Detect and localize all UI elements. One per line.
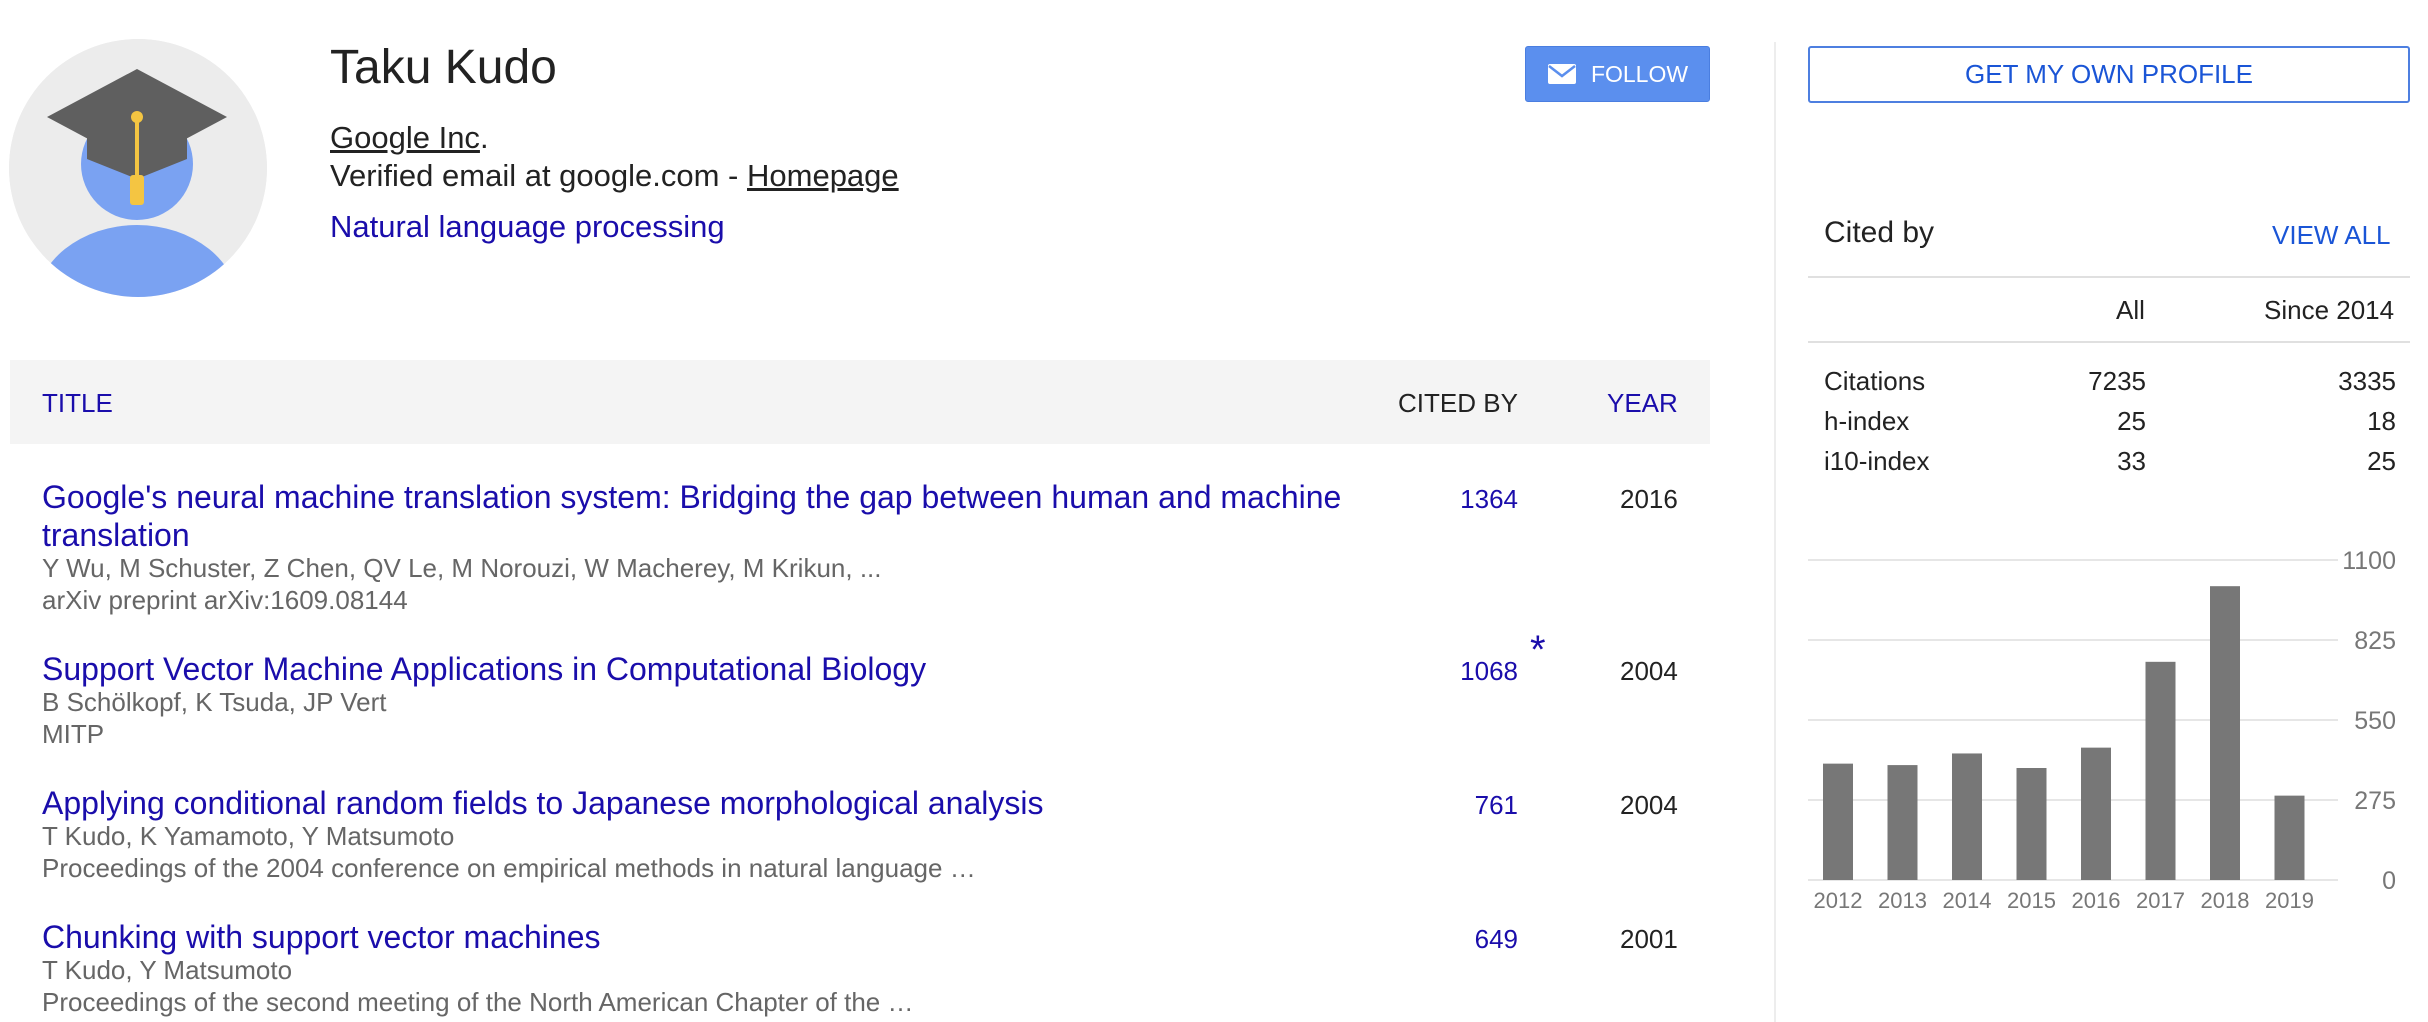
divider	[1808, 276, 2410, 278]
stats-col-since: Since 2014	[2264, 295, 2395, 325]
sort-by-year[interactable]: YEAR	[1607, 388, 1678, 419]
article-title-link[interactable]: Chunking with support vector machines	[42, 918, 1372, 956]
stats-col-all: All	[2116, 295, 2145, 325]
citations-per-year-chart: 0 275 550 825 1100 2012 2013 2014 2015 2016 2017 20…	[1808, 547, 2396, 913]
stat-i10-index-all: 33	[2117, 446, 2146, 476]
x-tick-label: 2013	[1878, 888, 1927, 913]
article-authors: T Kudo, Y Matsumoto	[42, 955, 293, 985]
y-tick-label: 275	[2354, 787, 2396, 815]
stat-label-i10-index: i10-index	[1824, 446, 1930, 476]
x-tick-label: 2012	[1814, 888, 1863, 913]
cited-by-count-link[interactable]: 1364	[1368, 484, 1518, 515]
y-tick-label: 825	[2354, 627, 2396, 655]
affiliation-link[interactable]: Google Inc	[330, 120, 480, 155]
cited-by-count-link[interactable]: 649	[1368, 924, 1518, 955]
sort-by-title[interactable]: TITLE	[42, 388, 113, 419]
follow-label: FOLLOW	[1590, 60, 1689, 87]
article-year: 2004	[1620, 656, 1678, 686]
stat-h-index-since: 18	[2367, 406, 2396, 436]
x-tick-label: 2014	[1943, 888, 1992, 913]
verified-email: Verified email at google.com - Homepage	[330, 158, 899, 194]
homepage-link[interactable]: Homepage	[747, 158, 899, 193]
x-tick-label: 2015	[2007, 888, 2056, 913]
x-tick-label: 2016	[2072, 888, 2121, 913]
article-year: 2016	[1620, 484, 1678, 514]
bar-2016[interactable]	[2081, 747, 2111, 880]
article-title-link[interactable]: Applying conditional random fields to Ja…	[42, 784, 1372, 822]
merged-citations-star[interactable]: *	[1530, 628, 1546, 673]
stat-citations-all: 7235	[2088, 366, 2146, 396]
divider	[1808, 341, 2410, 343]
bar-2013[interactable]	[1887, 765, 1918, 880]
y-tick-label: 0	[2382, 867, 2396, 895]
bar-2014[interactable]	[1952, 753, 1982, 880]
article-venue: MITP	[42, 719, 105, 749]
stat-citations-since: 3335	[2338, 366, 2396, 396]
stat-label-h-index: h-index	[1824, 406, 1910, 436]
bar-2018[interactable]	[2210, 586, 2240, 880]
article-authors: Y Wu, M Schuster, Z Chen, QV Le, M Norou…	[42, 553, 882, 583]
affiliation: Google Inc.	[330, 120, 489, 156]
follow-button[interactable]: FOLLOW	[1525, 46, 1710, 102]
affiliation-suffix: .	[479, 120, 489, 155]
column-divider	[1774, 42, 1776, 1022]
y-tick-label: 550	[2354, 707, 2396, 735]
x-tick-label: 2018	[2201, 888, 2250, 913]
cited-by-heading: Cited by	[1824, 216, 1935, 249]
avatar	[9, 39, 267, 297]
article-year: 2004	[1620, 790, 1678, 820]
article-title-link[interactable]: Google's neural machine translation syst…	[42, 478, 1372, 554]
cited-by-header: CITED BY	[1398, 388, 1518, 418]
y-tick-label: 1100	[2342, 547, 2396, 575]
article-venue: arXiv preprint arXiv:1609.08144	[42, 585, 408, 615]
article-authors: T Kudo, K Yamamoto, Y Matsumoto	[42, 821, 455, 851]
envelope-icon	[1547, 64, 1576, 84]
x-tick-label: 2019	[2265, 888, 2314, 913]
article-title-link[interactable]: Support Vector Machine Applications in C…	[42, 650, 1372, 688]
stat-h-index-all: 25	[2117, 406, 2146, 436]
bar-2012[interactable]	[1823, 763, 1853, 880]
article-venue: Proceedings of the 2004 conference on em…	[42, 853, 976, 883]
view-all-link[interactable]: VIEW ALL	[2272, 220, 2391, 251]
cited-by-count-link[interactable]: 1068	[1368, 656, 1518, 687]
x-tick-label: 2017	[2136, 888, 2185, 913]
bar-2019[interactable]	[2274, 795, 2305, 880]
article-year: 2001	[1620, 924, 1678, 954]
verified-email-text: Verified email at google.com -	[330, 158, 747, 193]
research-interest-link[interactable]: Natural language processing	[330, 209, 725, 245]
profile-name: Taku Kudo	[330, 41, 557, 94]
cited-by-count-link[interactable]: 761	[1368, 790, 1518, 821]
get-my-own-profile-button[interactable]: GET MY OWN PROFILE	[1808, 46, 2410, 103]
bar-2015[interactable]	[2016, 768, 2047, 880]
article-venue: Proceedings of the second meeting of the…	[42, 987, 914, 1017]
stat-i10-index-since: 25	[2367, 446, 2396, 476]
stat-label-citations: Citations	[1824, 366, 1926, 396]
graduate-avatar-icon	[9, 39, 267, 297]
bar-2017[interactable]	[2145, 661, 2176, 880]
article-authors: B Schölkopf, K Tsuda, JP Vert	[42, 687, 387, 717]
